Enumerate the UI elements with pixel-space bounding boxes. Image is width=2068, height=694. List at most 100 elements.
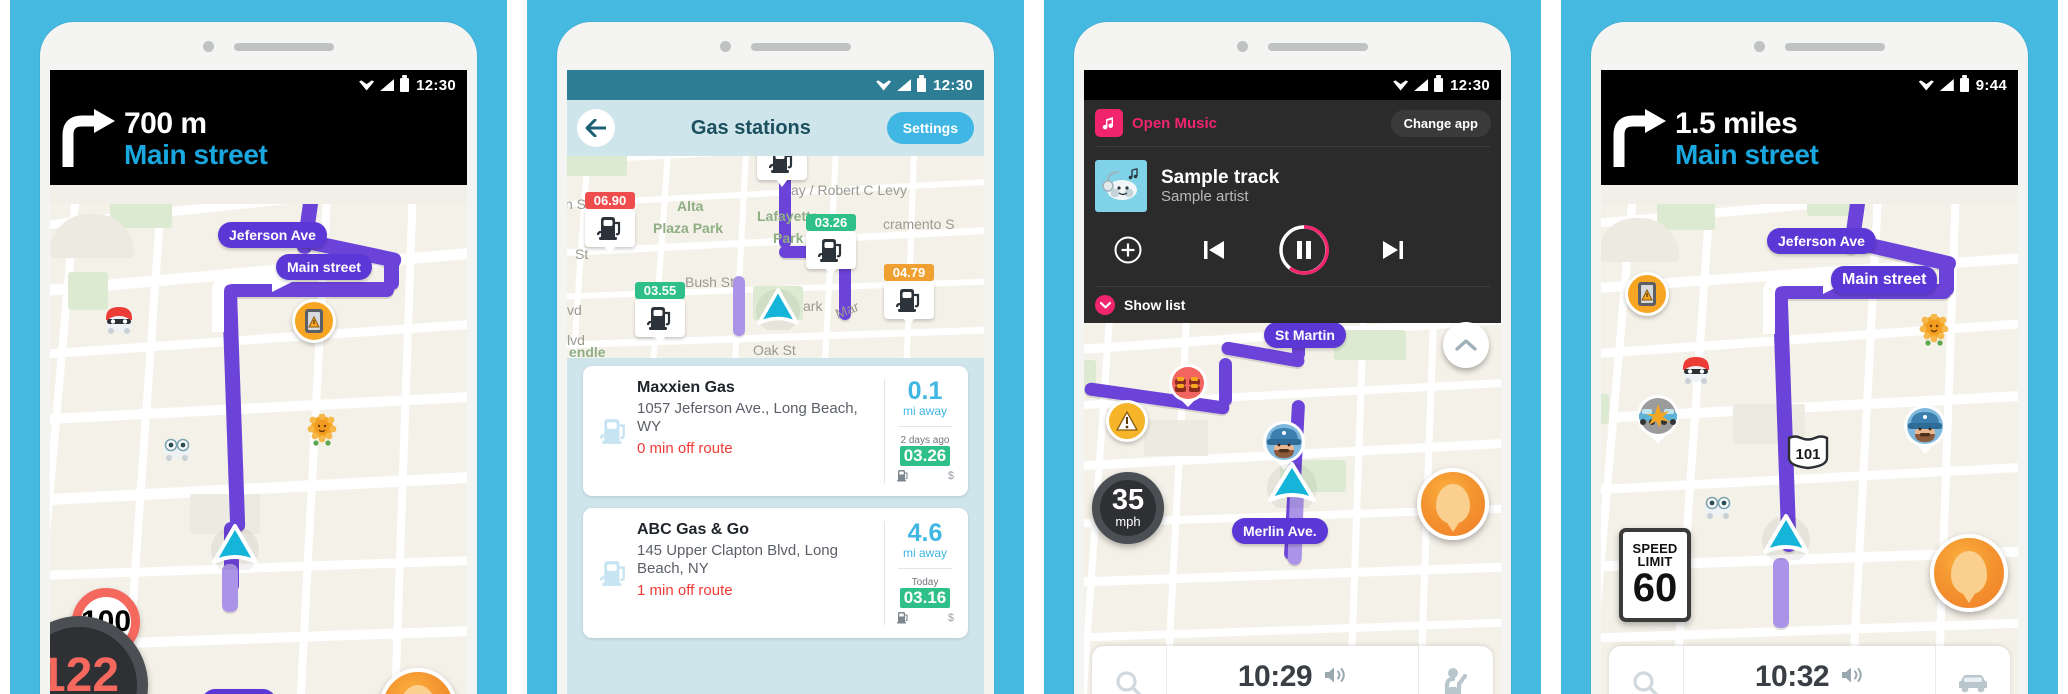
pause-icon[interactable] [1278,224,1330,276]
map-label-st: St [575,246,589,262]
currency-symbol: $ [947,611,954,624]
phone-frame-4: 9:44 1.5 miles Main street Jeferson Ave … [1591,22,2028,694]
battery-icon [917,75,927,92]
car-icon[interactable] [1936,646,2010,694]
music-app-row: Open Music Change app [1084,100,1501,146]
street-label-st-martin: St Martin [1264,322,1346,348]
wazer-red-cap-icon[interactable] [1679,354,1711,384]
show-list-row[interactable]: Show list [1084,287,1501,317]
collapse-panel-button[interactable] [1443,322,1489,368]
volume-icon[interactable] [1840,665,1864,690]
panel-navigation-kmh: 12:30 700 m Main street Jeferson Ave Mai… [0,0,517,694]
report-button-3[interactable] [1417,468,1489,540]
track-info: Sample track Sample artist [1161,167,1279,206]
gas-price-label: 03.55 [635,282,685,299]
status-time: 9:44 [1975,76,2007,94]
wifi-icon [1918,80,1934,91]
chevron-up-icon [1455,339,1477,351]
gas-price-pin[interactable]: 06.90 [585,192,635,254]
nav-distance: 1.5 miles [1675,107,1798,140]
highway-shield-101: 101 [1783,434,1833,475]
report-person-icon[interactable] [1419,646,1493,694]
add-icon[interactable] [1106,236,1150,264]
gas-pump-icon [757,156,807,187]
station-name: Maxxien Gas [637,379,735,396]
phone-screen-4: 9:44 1.5 miles Main street Jeferson Ave … [1601,70,2018,694]
gas-price-pin[interactable]: 03.26 [806,214,856,276]
map-view-1[interactable]: Jeferson Ave Main street I-101 N [50,204,467,694]
road-closure-alert-icon[interactable] [1625,272,1669,316]
street-label-i101n: I-101 N [202,689,277,694]
gas-stations-header: Gas stations Settings [567,100,984,156]
panel-music-player: St Martin Merlin Ave. 35 mph 12:30 Open … [1034,0,1551,694]
settings-button[interactable]: Settings [886,112,974,144]
wazer-glasses-icon[interactable] [160,434,192,464]
battery-icon [1959,75,1969,92]
station-info: ABC Gas & Go 145 Upper Clapton Blvd, Lon… [637,521,884,625]
volume-icon[interactable] [1323,665,1347,690]
station-distance-unit: mi away [902,404,947,418]
show-list-label: Show list [1124,297,1186,313]
divider [898,426,952,427]
map-label-endle: endle [569,344,606,358]
search-icon[interactable] [1092,646,1166,694]
street-label-jeferson: Jeferson Ave [218,222,327,248]
phone-frame-2: 12:30 Gas stations Settings Alta Plaza P… [557,22,994,694]
wazer-red-cap-icon[interactable] [102,304,134,334]
traffic-jam-icon[interactable] [1166,363,1210,414]
phone-top-bezel [1074,22,1511,70]
park-area [567,156,627,176]
change-app-button[interactable]: Change app [1390,109,1491,137]
road-closure-alert-icon[interactable] [292,299,336,343]
map-label-alta: Alta [677,198,704,214]
phone-frame-3: St Martin Merlin Ave. 35 mph 12:30 Open … [1074,22,1511,694]
eta-time-row: 10:29 [1238,660,1347,694]
gas-pump-icon [635,299,685,344]
previous-track-icon[interactable] [1201,237,1227,263]
wazer-glasses-icon[interactable] [1701,492,1733,522]
signal-icon [380,79,395,91]
front-camera [719,41,731,52]
eta-bar-3: 10:29 48 min 12 mi [1092,646,1493,694]
phone-top-bezel [557,22,994,70]
station-metrics: 0.1 mi away 2 days ago 03.26 $ [884,379,956,483]
divider [898,568,952,569]
phone-screen-3: St Martin Merlin Ave. 35 mph 12:30 Open … [1084,70,1501,694]
signal-icon [1939,79,1954,91]
turn-right-arrow-icon [50,109,124,169]
hazard-warning-icon[interactable] [1106,400,1148,442]
eta-info[interactable]: 10:29 48 min 12 mi [1166,646,1419,694]
list-item[interactable]: Maxxien Gas 1057 Jeferson Ave., Long Bea… [583,366,968,496]
crash-icon[interactable] [1633,394,1683,451]
sunflower-icon[interactable] [1917,313,1949,346]
speed-limit-sign: SPEED LIMIT 60 [1619,528,1691,622]
gas-price-pin[interactable] [757,156,807,187]
back-arrow-icon[interactable] [577,109,615,147]
turn-right-arrow-icon [1601,109,1675,169]
phone-top-bezel [1591,22,2028,70]
route-line-traveled [733,276,745,336]
eta-info[interactable]: 10:32 48 min 12 mi [1683,646,1936,694]
next-track-icon[interactable] [1380,237,1406,263]
report-pin-glyph [1436,484,1470,532]
phone-screen-1: 12:30 700 m Main street Jeferson Ave Mai… [50,70,467,694]
map-view-4[interactable]: Jeferson Ave Main street I-101 N 101 [1601,204,2018,694]
gas-station-list[interactable]: Maxxien Gas 1057 Jeferson Ave., Long Bea… [567,358,984,694]
gas-stations-map[interactable]: Alta Plaza Park Lafayette Park Bush St n… [567,156,984,358]
station-price: 03.26 [899,446,951,466]
gas-pump-icon [591,521,637,625]
screenshot-root: 12:30 700 m Main street Jeferson Ave Mai… [0,0,2068,694]
panel-navigation-mph: 9:44 1.5 miles Main street Jeferson Ave … [1551,0,2068,694]
gas-price-pin[interactable]: 03.55 [635,282,685,344]
list-item[interactable]: ABC Gas & Go 145 Upper Clapton Blvd, Lon… [583,508,968,638]
police-icon[interactable] [1901,404,1949,461]
search-icon[interactable] [1609,646,1683,694]
route-line [1219,358,1232,406]
report-button-4[interactable] [1930,534,2008,612]
sunflower-icon[interactable] [305,413,337,446]
gas-price-pin[interactable]: 04.79 [884,264,934,326]
eta-arrival-time: 10:29 [1237,660,1313,693]
signal-icon [897,79,912,91]
gas-pump-icon [806,231,856,276]
station-off-route: 1 min off route [637,582,733,599]
